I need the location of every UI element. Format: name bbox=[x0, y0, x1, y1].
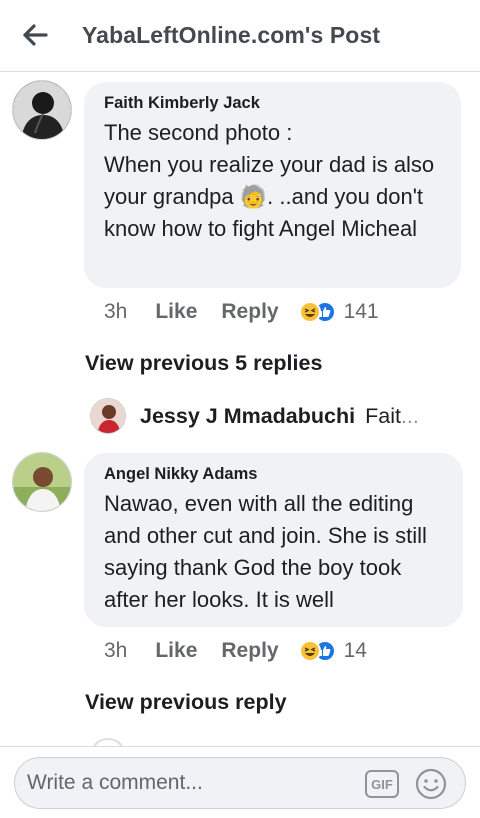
comment-actions: 3h Like Reply 14 bbox=[104, 639, 367, 663]
comment-composer: GIF bbox=[14, 757, 466, 809]
comment-text: Nawao, even with all the editing and oth… bbox=[104, 491, 427, 612]
reaction-count: 14 bbox=[343, 639, 367, 662]
view-previous-replies-link[interactable]: View previous 5 replies bbox=[85, 351, 322, 376]
haha-reaction-icon bbox=[298, 301, 321, 323]
comment-text: The second photo : When you realize your… bbox=[104, 120, 435, 241]
reaction-count: 141 bbox=[343, 300, 379, 323]
reaction-summary[interactable]: 141 bbox=[298, 300, 379, 324]
comment-author[interactable]: Angel Nikky Adams bbox=[104, 465, 445, 484]
arrow-left-icon bbox=[23, 24, 48, 46]
haha-reaction-icon bbox=[298, 640, 321, 662]
reaction-summary[interactable]: 14 bbox=[298, 639, 367, 663]
gif-button[interactable]: GIF bbox=[365, 770, 399, 798]
comment-bubble: Angel Nikky Adams Nawao, even with all t… bbox=[84, 453, 463, 627]
reply-button[interactable]: Reply bbox=[221, 639, 278, 663]
reply-ellipsis: ... bbox=[400, 403, 419, 428]
like-button[interactable]: Like bbox=[155, 300, 197, 324]
avatar[interactable] bbox=[12, 452, 72, 512]
comment-actions: 3h Like Reply 141 bbox=[104, 300, 379, 324]
like-button[interactable]: Like bbox=[155, 639, 197, 663]
reply-button[interactable]: Reply bbox=[221, 300, 278, 324]
comment-composer-bar: GIF bbox=[0, 746, 480, 818]
comment-input[interactable] bbox=[27, 766, 357, 800]
comment-bubble: Faith Kimberly Jack The second photo : W… bbox=[84, 82, 461, 288]
avatar-photo bbox=[13, 453, 71, 511]
reply-snippet: Fait bbox=[365, 403, 401, 428]
page-title: YabaLeftOnline.com's Post bbox=[82, 22, 381, 48]
view-previous-reply-link[interactable]: View previous reply bbox=[85, 690, 287, 715]
avatar[interactable] bbox=[90, 398, 126, 434]
comment-author[interactable]: Faith Kimberly Jack bbox=[104, 94, 443, 113]
top-bar: YabaLeftOnline.com's Post bbox=[0, 0, 480, 72]
avatar-photo bbox=[91, 399, 125, 433]
smiley-icon[interactable] bbox=[415, 768, 447, 800]
reply-preview[interactable]: Jessy J Mmadabuchi Fait... bbox=[90, 396, 419, 436]
reply-author[interactable]: Jessy J Mmadabuchi bbox=[140, 404, 355, 429]
back-button[interactable] bbox=[18, 20, 52, 50]
avatar[interactable] bbox=[12, 80, 72, 140]
comment-time[interactable]: 3h bbox=[104, 300, 127, 324]
comment-time[interactable]: 3h bbox=[104, 639, 127, 663]
avatar-photo bbox=[13, 81, 71, 139]
